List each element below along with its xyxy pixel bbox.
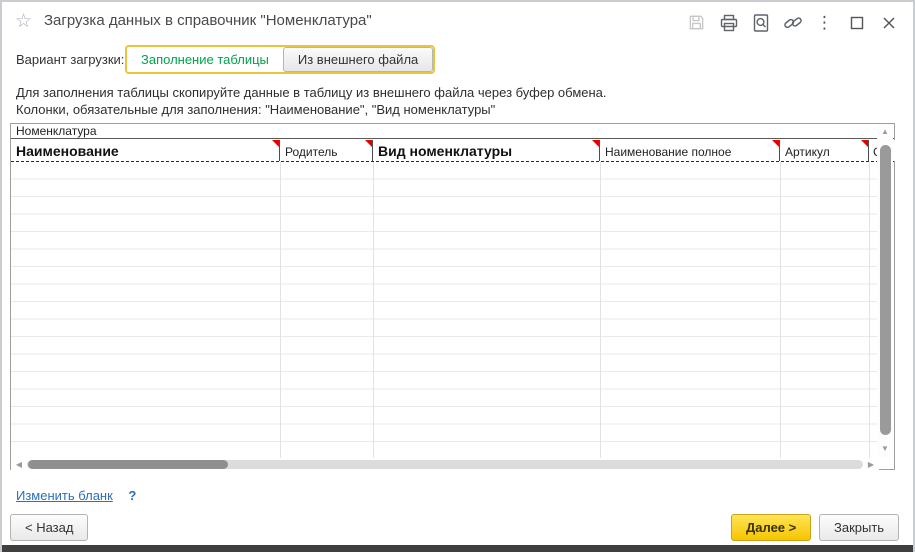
instruction-line-1: Для заполнения таблицы скопируйте данные… — [16, 85, 607, 100]
horizontal-scrollbar[interactable]: ◀ ▶ — [11, 458, 879, 471]
required-marker-icon — [861, 140, 868, 147]
page-title: Загрузка данных в справочник "Номенклату… — [44, 12, 372, 29]
maximize-icon[interactable] — [846, 12, 867, 33]
link-icon[interactable] — [782, 12, 803, 33]
required-marker-icon — [592, 140, 599, 147]
column-header-fullname[interactable]: Наименование полное — [600, 140, 780, 161]
column-header-kind[interactable]: Вид номенклатуры — [373, 140, 600, 161]
table-body[interactable] — [11, 162, 879, 458]
edit-form-link[interactable]: Изменить бланк — [16, 488, 113, 503]
back-button[interactable]: < Назад — [10, 514, 88, 541]
column-header-article[interactable]: Артикул — [780, 140, 869, 161]
grid-vline — [869, 162, 870, 458]
close-button[interactable]: Закрыть — [819, 514, 899, 541]
scroll-up-icon[interactable]: ▲ — [877, 126, 893, 138]
grid-header-row: Наименование Родитель Вид номенклатуры Н… — [11, 140, 894, 161]
grid-vline — [373, 162, 374, 458]
dialog-window: ☆ Загрузка данных в справочник "Номенкла… — [0, 0, 915, 552]
help-link[interactable]: ? — [128, 488, 136, 503]
grid-vline — [600, 162, 601, 458]
column-header-parent[interactable]: Родитель — [280, 140, 373, 161]
favorite-star-icon[interactable]: ☆ — [15, 10, 32, 33]
next-button[interactable]: Далее > — [731, 514, 811, 541]
nomenclature-grid: Номенклатура Наименование Родитель Вид н… — [10, 123, 895, 470]
footer-links: Изменить бланк ? — [16, 488, 136, 503]
save-icon[interactable] — [686, 12, 707, 33]
titlebar-actions: ⋮ — [686, 12, 899, 33]
required-marker-icon — [772, 140, 779, 147]
required-marker-icon — [365, 140, 372, 147]
grid-group-header: Номенклатура — [11, 124, 894, 139]
preview-icon[interactable] — [750, 12, 771, 33]
column-header-name[interactable]: Наименование — [11, 140, 280, 161]
title-bar: ☆ Загрузка данных в справочник "Номенкла… — [2, 2, 913, 42]
window-bottom-edge — [2, 545, 913, 552]
load-variant-switch: Заполнение таблицы Из внешнего файла — [125, 45, 435, 74]
tab-fill-table[interactable]: Заполнение таблицы — [127, 47, 283, 72]
horizontal-scroll-thumb[interactable] — [28, 460, 228, 469]
scroll-right-icon[interactable]: ▶ — [865, 458, 877, 471]
required-marker-icon — [272, 140, 279, 147]
vertical-scroll-thumb[interactable] — [880, 145, 891, 435]
tab-external-file[interactable]: Из внешнего файла — [283, 47, 433, 72]
vertical-scrollbar[interactable]: ▲ ▼ — [877, 124, 893, 458]
grid-vline — [780, 162, 781, 458]
grid-vline — [280, 162, 281, 458]
scroll-down-icon[interactable]: ▼ — [877, 443, 893, 455]
instruction-line-2: Колонки, обязательные для заполнения: "Н… — [16, 102, 495, 117]
print-icon[interactable] — [718, 12, 739, 33]
load-variant-label: Вариант загрузки: — [16, 52, 124, 67]
more-menu-icon[interactable]: ⋮ — [814, 12, 835, 33]
scroll-left-icon[interactable]: ◀ — [13, 458, 25, 471]
close-icon[interactable] — [878, 12, 899, 33]
